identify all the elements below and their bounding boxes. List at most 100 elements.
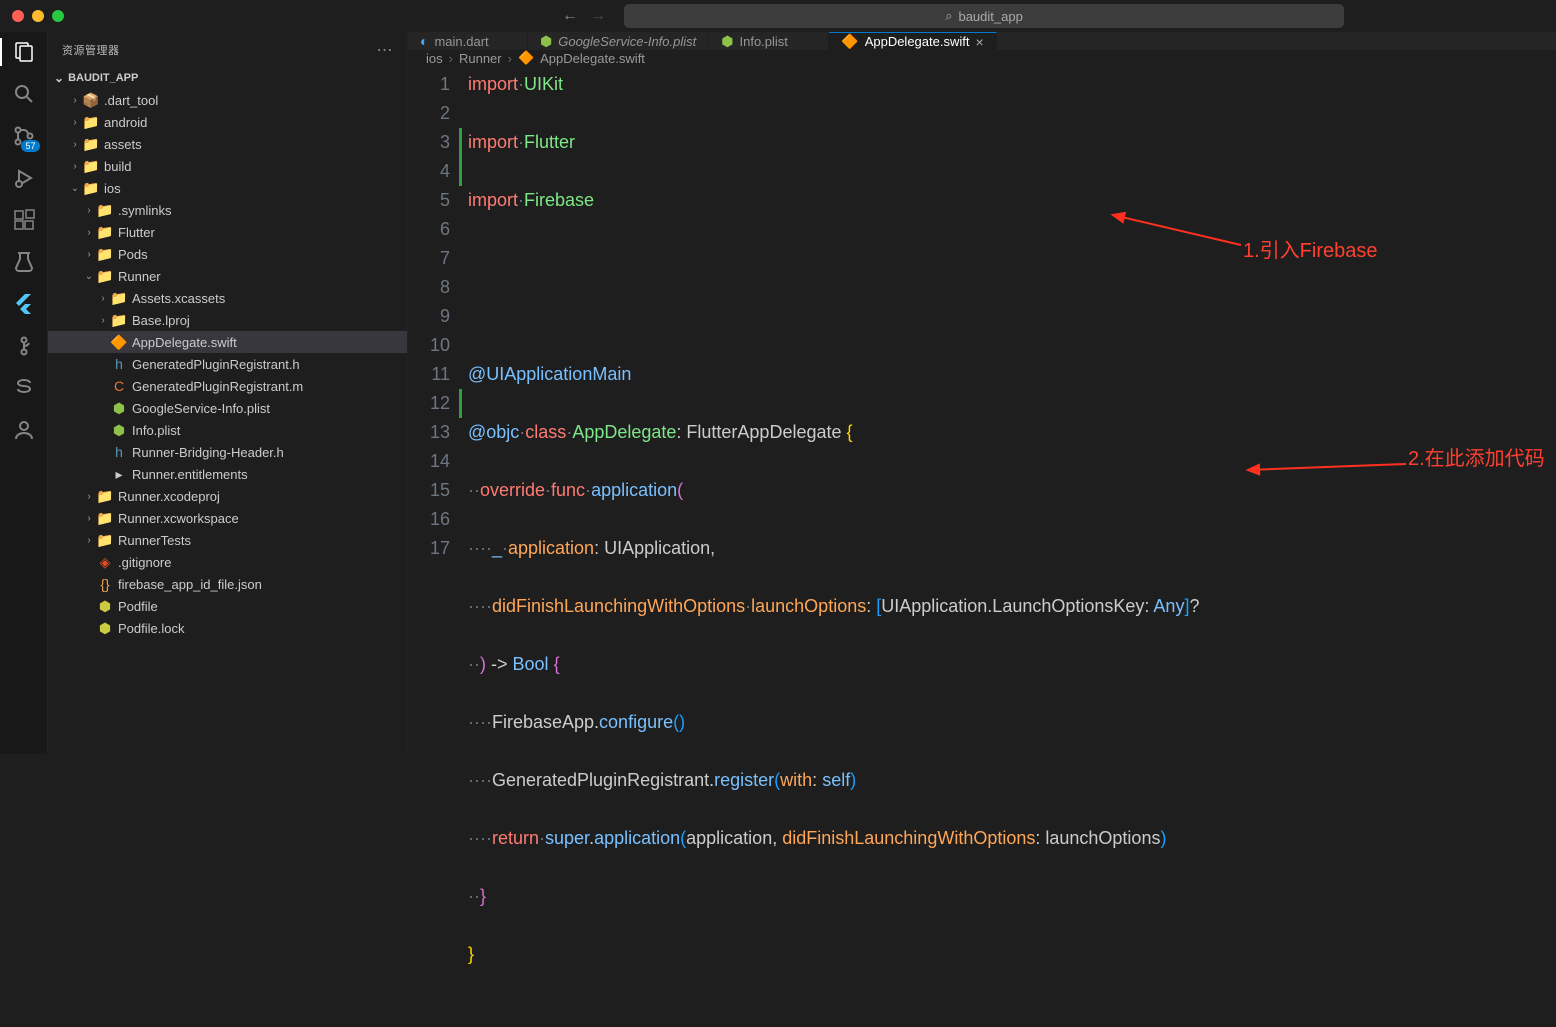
chevron-icon: › <box>68 139 82 150</box>
tree-item[interactable]: h Runner-Bridging-Header.h <box>48 441 407 463</box>
file-icon: 📁 <box>96 224 114 241</box>
nav-back-icon[interactable]: ← <box>562 7 578 25</box>
git-icon[interactable] <box>12 334 36 358</box>
tree-item-label: Podfile <box>118 599 407 614</box>
tree-item[interactable]: ›📁Runner.xcodeproj <box>48 485 407 507</box>
close-window-icon[interactable] <box>12 10 24 22</box>
editor-tab[interactable]: ⬢Info.plist <box>709 32 829 50</box>
tree-item[interactable]: ⌄📁 ios <box>48 177 407 199</box>
search-icon[interactable] <box>12 82 36 106</box>
chevron-icon: › <box>96 293 110 304</box>
tree-item[interactable]: ›📁 Assets.xcassets <box>48 287 407 309</box>
editor-tab[interactable]: ⬢GoogleService-Info.plist <box>528 32 709 50</box>
tree-item[interactable]: ›📁 .symlinks <box>48 199 407 221</box>
editor-tab[interactable]: ◐main.dart <box>408 32 528 50</box>
tree-item[interactable]: ›📁Pods <box>48 243 407 265</box>
tree-item[interactable]: ⬢Podfile <box>48 595 407 617</box>
chevron-icon: › <box>96 315 110 326</box>
file-icon: 📁 <box>96 202 114 219</box>
tree-item-label: Runner-Bridging-Header.h <box>132 445 407 460</box>
maximize-window-icon[interactable] <box>52 10 64 22</box>
file-icon: 📁 <box>110 290 128 307</box>
code-content[interactable]: import·UIKit import·Flutter import·Fireb… <box>468 66 1556 1027</box>
tree-item[interactable]: ⬢ Podfile.lock <box>48 617 407 639</box>
tree-item[interactable]: 🔶AppDelegate.swift <box>48 331 407 353</box>
scm-badge: 57 <box>21 140 39 152</box>
tree-item[interactable]: ▸Runner.entitlements <box>48 463 407 485</box>
tree-item-label: build <box>104 159 407 174</box>
tree-item-label: firebase_app_id_file.json <box>118 577 407 592</box>
close-tab-icon[interactable]: × <box>975 34 983 50</box>
sidebar-more-icon[interactable]: ⋯ <box>377 40 394 60</box>
flutter-icon[interactable] <box>12 292 36 316</box>
tree-item-label: Assets.xcassets <box>132 291 407 306</box>
tree-item[interactable]: ›📁android <box>48 111 407 133</box>
chevron-icon: › <box>82 205 96 216</box>
sidebar-title: 资源管理器 <box>62 42 120 58</box>
file-icon: ⬢ <box>96 620 114 637</box>
tree-item-label: Runner <box>118 269 407 284</box>
breadcrumb-item[interactable]: ios <box>426 51 443 66</box>
breadcrumb[interactable]: ios›Runner›🔶AppDelegate.swift <box>408 50 1556 66</box>
file-tree: ›📦.dart_tool›📁android›📁assets›📁build⌄📁io… <box>48 89 407 754</box>
chevron-icon: › <box>68 117 82 128</box>
file-icon: 🔶 <box>518 50 534 66</box>
code-editor[interactable]: 1234567891011121314151617 import·UIKit i… <box>408 66 1556 1027</box>
nav-forward-icon[interactable]: → <box>590 7 606 25</box>
chevron-icon: ⌄ <box>68 183 82 194</box>
file-icon: 📦 <box>82 92 100 109</box>
file-icon: 📁 <box>82 180 100 197</box>
tree-item[interactable]: hGeneratedPluginRegistrant.h <box>48 353 407 375</box>
editor-tab[interactable]: 🔶AppDelegate.swift× <box>829 32 996 50</box>
explorer-icon[interactable] <box>12 40 36 64</box>
search-icon: ⌕ <box>945 8 952 24</box>
file-icon: h <box>110 444 128 460</box>
tree-item[interactable]: ◈.gitignore <box>48 551 407 573</box>
tree-item[interactable]: ›📁RunnerTests <box>48 529 407 551</box>
chevron-icon: › <box>68 95 82 106</box>
tree-item-label: Podfile.lock <box>118 621 407 636</box>
tree-item-label: ios <box>104 181 407 196</box>
breadcrumb-item[interactable]: Runner <box>459 51 502 66</box>
tree-item-label: RunnerTests <box>118 533 407 548</box>
line-numbers: 1234567891011121314151617 <box>408 66 468 1027</box>
file-icon: 📁 <box>96 510 114 527</box>
chevron-icon: › <box>68 161 82 172</box>
tree-item[interactable]: ›📁build <box>48 155 407 177</box>
sidebar-header: 资源管理器 ⋯ <box>48 32 407 67</box>
chevron-icon: › <box>82 491 96 502</box>
source-control-icon[interactable]: 57 <box>12 124 36 148</box>
breadcrumb-item[interactable]: AppDelegate.swift <box>540 51 645 66</box>
project-header[interactable]: BAUDIT_APP <box>48 67 407 89</box>
file-icon: 📁 <box>82 136 100 153</box>
testing-icon[interactable] <box>12 250 36 274</box>
tree-item[interactable]: {}firebase_app_id_file.json <box>48 573 407 595</box>
tab-label: main.dart <box>434 34 488 49</box>
minimize-window-icon[interactable] <box>32 10 44 22</box>
tab-label: Info.plist <box>739 34 787 49</box>
tree-item[interactable]: ›📦.dart_tool <box>48 89 407 111</box>
tree-item[interactable]: CGeneratedPluginRegistrant.m <box>48 375 407 397</box>
extensions-icon[interactable] <box>12 208 36 232</box>
tab-label: GoogleService-Info.plist <box>558 34 696 49</box>
tab-label: AppDelegate.swift <box>865 34 970 49</box>
search-placeholder: baudit_app <box>958 9 1022 24</box>
tree-item[interactable]: ⬢GoogleService-Info.plist <box>48 397 407 419</box>
tree-item-label: .symlinks <box>118 203 407 218</box>
s-icon[interactable] <box>12 376 36 400</box>
editor-tabs: ◐main.dart⬢GoogleService-Info.plist⬢Info… <box>408 32 1556 50</box>
chevron-right-icon: › <box>449 51 453 66</box>
chevron-icon: › <box>82 535 96 546</box>
debug-icon[interactable] <box>12 166 36 190</box>
command-center[interactable]: ⌕ baudit_app <box>624 4 1344 28</box>
chevron-icon: › <box>82 513 96 524</box>
tree-item[interactable]: ›📁Base.lproj <box>48 309 407 331</box>
tree-item[interactable]: ⌄📁Runner <box>48 265 407 287</box>
tree-item[interactable]: ›📁Runner.xcworkspace <box>48 507 407 529</box>
account-icon[interactable] <box>12 418 36 442</box>
file-icon: ▸ <box>110 466 128 483</box>
tree-item[interactable]: ⬢Info.plist <box>48 419 407 441</box>
nav-buttons: ← → <box>562 7 606 25</box>
tree-item[interactable]: ›📁assets <box>48 133 407 155</box>
tree-item[interactable]: ›📁Flutter <box>48 221 407 243</box>
